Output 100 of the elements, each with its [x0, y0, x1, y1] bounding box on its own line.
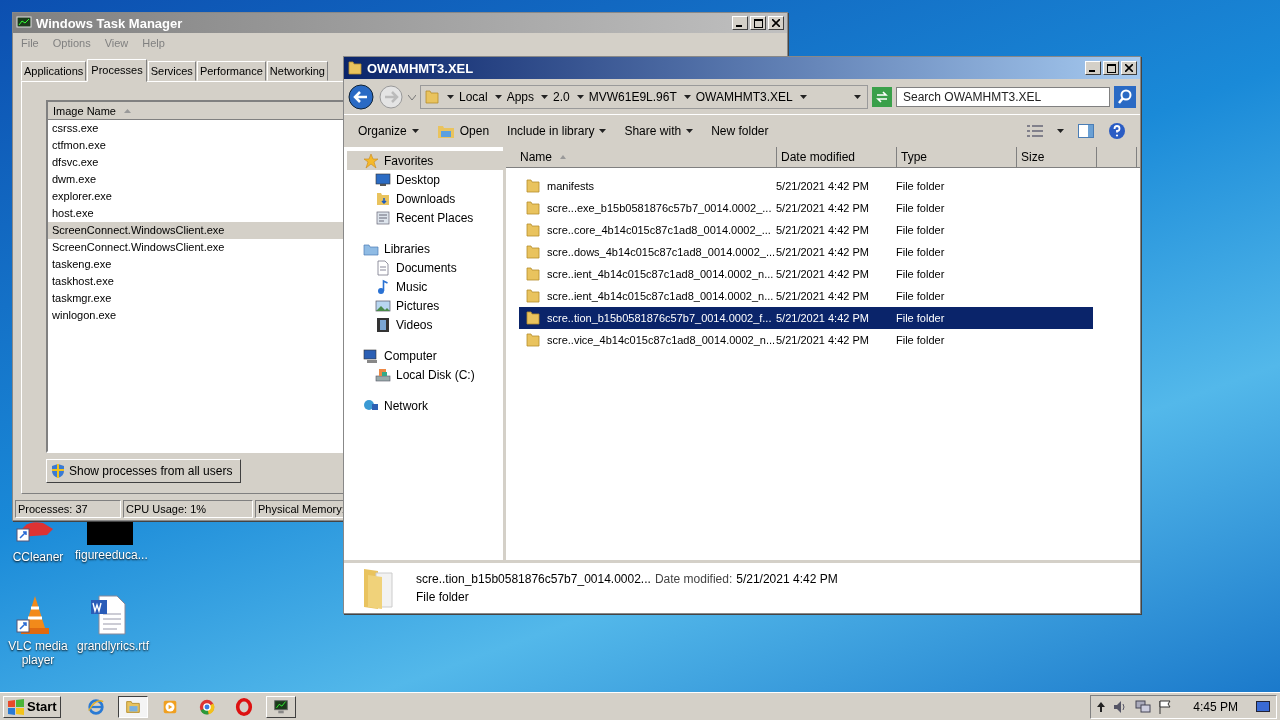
- maximize-icon: [753, 18, 763, 28]
- recent-places-icon: [375, 209, 391, 226]
- view-list-icon[interactable]: [1027, 125, 1043, 137]
- type-cell-text: File folder: [896, 290, 946, 302]
- folder-icon: [525, 310, 541, 326]
- nav-item[interactable]: Music: [347, 277, 503, 296]
- column-header[interactable]: Name: [506, 147, 777, 167]
- tab[interactable]: Processes: [87, 59, 147, 82]
- network-icon[interactable]: [1135, 699, 1152, 714]
- caret-icon: [599, 129, 607, 133]
- refresh-icon[interactable]: [872, 87, 892, 107]
- process-row[interactable]: winlogon.exe: [48, 307, 344, 324]
- flag-icon[interactable]: [1159, 699, 1172, 714]
- up-arrow-icon[interactable]: [1097, 701, 1106, 712]
- search-field[interactable]: Search OWAMHMT3.XEL: [896, 87, 1110, 107]
- breadcrumb[interactable]: 2.0: [553, 90, 570, 104]
- file-row[interactable]: scre..core_4b14c015c87c1ad8_0014.0002_... 5/21/2021 4:42 PM File folder: [519, 219, 1093, 241]
- status-panel: Physical Memory:: [255, 500, 344, 518]
- shield-icon: [51, 463, 65, 479]
- nav-item[interactable]: Desktop: [347, 170, 503, 189]
- column-header[interactable]: Size: [1017, 147, 1097, 167]
- process-row[interactable]: host.exe: [48, 205, 344, 222]
- nav-item[interactable]: Recent Places: [347, 208, 503, 227]
- close-button[interactable]: [768, 16, 784, 30]
- tab[interactable]: Networking: [266, 61, 328, 81]
- process-row[interactable]: explorer.exe: [48, 188, 344, 205]
- nav-item[interactable]: Libraries: [347, 239, 503, 258]
- breadcrumb[interactable]: Local: [459, 90, 488, 104]
- browser-icon: [86, 697, 105, 716]
- sort-arrow-icon: [560, 155, 566, 159]
- star-icon: [363, 152, 379, 169]
- file-name: manifests: [547, 180, 595, 192]
- file-row[interactable]: scre..vice_4b14c015c87c1ad8_0014.0002_n...5/21/2021 4:42 PM File folder: [519, 329, 1093, 351]
- speaker-icon[interactable]: [1113, 699, 1128, 714]
- file-name: scre...exe_b15b0581876c57b7_0014.0002_...: [547, 202, 772, 214]
- nav-item[interactable]: Downloads: [347, 189, 503, 208]
- minimize-button[interactable]: [1085, 61, 1101, 75]
- process-row[interactable]: taskhost.exe: [48, 273, 344, 290]
- close-button[interactable]: [1121, 61, 1137, 75]
- minimize-button[interactable]: [732, 16, 748, 30]
- process-row[interactable]: ScreenConnect.WindowsClient.exe: [48, 222, 344, 239]
- film-icon: [375, 316, 391, 333]
- type-cell-text: File folder: [896, 334, 946, 346]
- file-name: scre..vice_4b14c015c87c1ad8_0014.0002_n...: [547, 334, 776, 346]
- folder-icon: [525, 244, 541, 260]
- date-cell-text: 5/21/2021 4:42 PM: [776, 180, 870, 192]
- file-row[interactable]: scre..dows_4b14c015c87c1ad8_0014.0002_...5/21/2021 4:42 PM File folder: [519, 241, 1093, 263]
- nav-item[interactable]: Pictures: [347, 296, 503, 315]
- toolbar-button[interactable]: Organize: [358, 122, 419, 140]
- back-button[interactable]: [348, 84, 374, 110]
- toolbar-button[interactable]: Open: [436, 121, 490, 141]
- maximize-button[interactable]: [750, 16, 766, 30]
- item-type: File folder: [416, 590, 470, 604]
- process-row[interactable]: dwm.exe: [48, 171, 344, 188]
- preview-pane-icon[interactable]: [1078, 124, 1094, 138]
- process-row[interactable]: taskmgr.exe: [48, 290, 344, 307]
- file-row[interactable]: manifests 5/21/2021 4:42 PM File folder: [519, 175, 1093, 197]
- breadcrumb[interactable]: Apps: [506, 90, 535, 104]
- clock[interactable]: 4:45 PM: [1193, 699, 1238, 714]
- file-row[interactable]: scre..ient_4b14c015c87c1ad8_0014.0002_n... 5/21/2021 4:42 PM File folder: [519, 285, 1093, 307]
- taskbar-button[interactable]: [117, 695, 148, 718]
- folder-icon: [347, 60, 363, 76]
- breadcrumb[interactable]: MVW61E9L.96T: [588, 90, 677, 104]
- file-row[interactable]: scre..tion_b15b0581876c57b7_0014.0002_f... 5/21/2021 4:42 PM File folder: [519, 307, 1093, 329]
- process-row[interactable]: ScreenConnect.WindowsClient.exe: [48, 239, 344, 256]
- folder-icon: [525, 288, 541, 304]
- nav-item[interactable]: Favorites: [347, 151, 503, 170]
- column-header[interactable]: Image Name: [53, 104, 116, 117]
- process-row[interactable]: ctfmon.exe: [48, 137, 344, 154]
- start-button[interactable]: Start: [3, 695, 61, 718]
- column-header[interactable]: Type: [897, 147, 1017, 167]
- file-row[interactable]: scre...exe_b15b0581876c57b7_0014.0002_... 5/21/2021 4:42 PM File folder: [519, 197, 1093, 219]
- nav-item[interactable]: Computer: [347, 346, 503, 365]
- nav-item[interactable]: Local Disk (C:): [347, 365, 503, 384]
- process-row[interactable]: dfsvc.exe: [48, 154, 344, 171]
- process-row[interactable]: csrss.exe: [48, 120, 344, 137]
- nav-item[interactable]: Network: [347, 396, 503, 415]
- toolbar-button[interactable]: Share with: [624, 122, 694, 140]
- file-name: scre..ient_4b14c015c87c1ad8_0014.0002_n...: [547, 290, 774, 302]
- tab[interactable]: Services: [147, 61, 196, 81]
- search-icon[interactable]: [1114, 86, 1136, 108]
- tab[interactable]: Applications: [21, 61, 87, 81]
- type-cell-text: File folder: [896, 202, 946, 214]
- nav-item[interactable]: Videos: [347, 315, 503, 334]
- toolbar-button[interactable]: Include in library: [507, 122, 607, 140]
- thumbnail-icon[interactable]: [87, 521, 133, 545]
- date-cell-text: 5/21/2021 4:42 PM: [776, 268, 870, 280]
- help-icon[interactable]: [1108, 122, 1126, 140]
- process-row[interactable]: taskeng.exe: [48, 256, 344, 273]
- address-bar[interactable]: Local Apps 2.0 MVW61E9L.96T OWAMHMT3.XEL: [420, 85, 868, 109]
- show-all-processes-button[interactable]: Show processes from all users: [46, 459, 242, 483]
- file-row[interactable]: scre..ient_4b14c015c87c1ad8_0014.0002_n... 5/21/2021 4:42 PM File folder: [519, 263, 1093, 285]
- breadcrumb[interactable]: OWAMHMT3.XEL: [695, 90, 793, 104]
- show-desktop-icon[interactable]: [1256, 699, 1270, 714]
- maximize-button[interactable]: [1103, 61, 1119, 75]
- column-header[interactable]: Date modified: [777, 147, 897, 167]
- folder-arrow-icon: [375, 190, 391, 207]
- tab[interactable]: Performance: [196, 61, 266, 81]
- toolbar-button[interactable]: New folder: [711, 122, 769, 140]
- nav-item[interactable]: Documents: [347, 258, 503, 277]
